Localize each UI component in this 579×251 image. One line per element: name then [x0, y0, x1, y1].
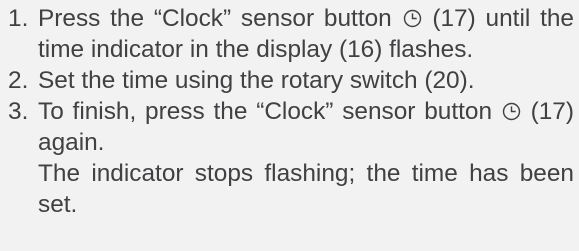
clock-icon [403, 9, 422, 28]
step-2: 2. Set the time using the rotary switch (… [8, 65, 574, 96]
instruction-list: 1. Press the “Clock” sensor button (17) u… [8, 3, 574, 220]
step-3-text-start: To finish, press the “Clock” sensor butt… [38, 98, 501, 125]
step-3: 3. To finish, press the “Clock” sensor bu… [8, 96, 574, 158]
clock-icon [502, 102, 521, 121]
step-number: 1. [8, 5, 29, 32]
step-number: 2. [8, 67, 29, 94]
step-1: 1. Press the “Clock” sensor button (17) u… [8, 3, 574, 65]
step-number: 3. [8, 98, 29, 125]
result-note: The indicator stops flashing; the time h… [38, 160, 574, 218]
step-2-text: Set the time using the rotary switch (20… [38, 67, 475, 94]
step-1-text-start: Press the “Clock” sensor button [38, 5, 402, 32]
